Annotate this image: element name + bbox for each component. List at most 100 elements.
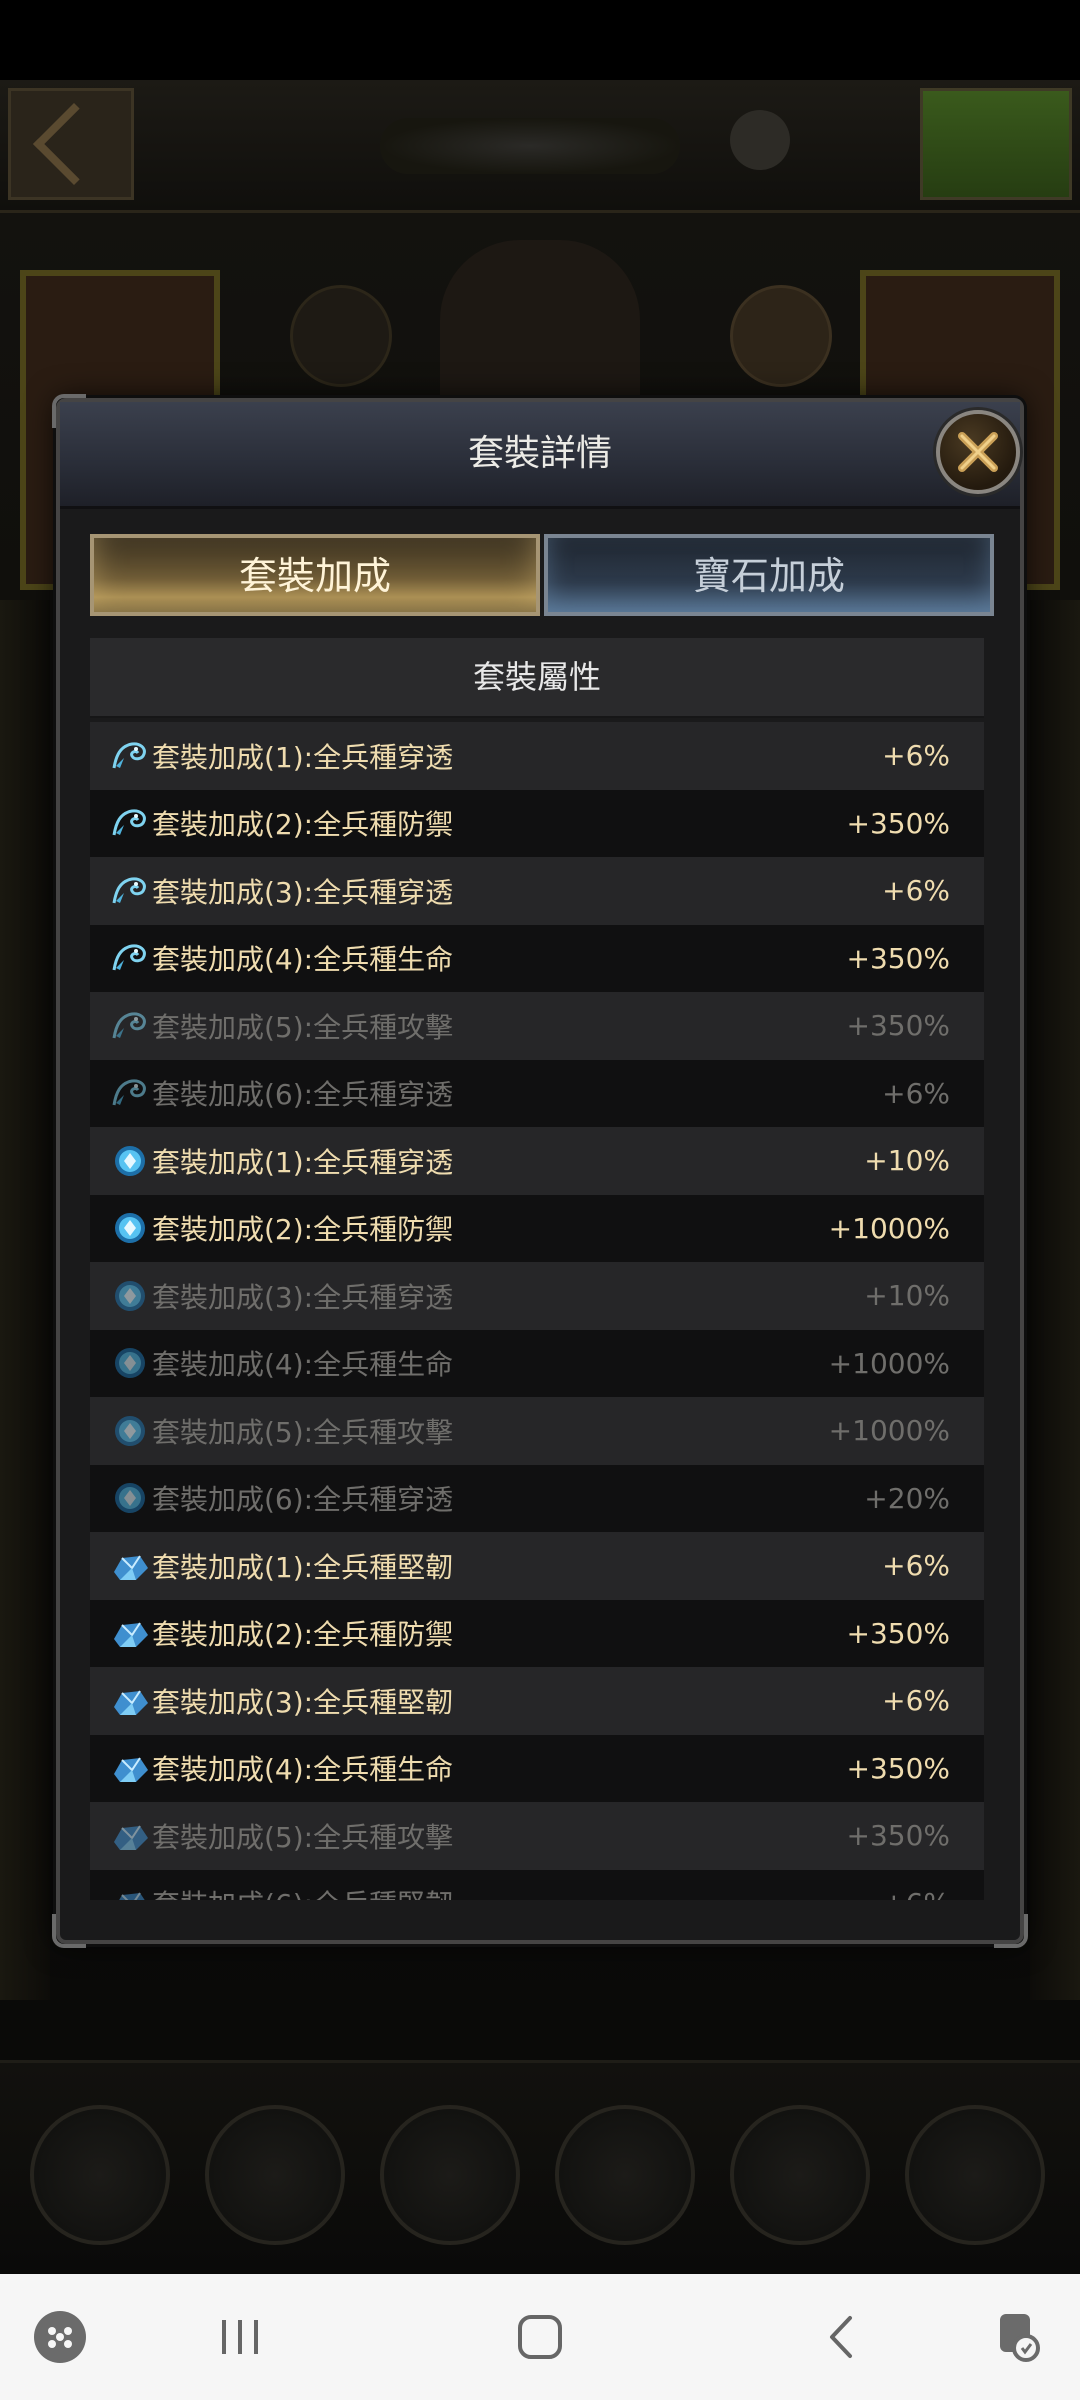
list-item: 套裝加成(3):全兵種堅韌 +6%: [90, 1667, 984, 1735]
crystal-icon: [110, 1750, 150, 1786]
bonus-value: +10%: [864, 1279, 950, 1313]
game-title-plate: [380, 118, 680, 174]
back-icon: [830, 2316, 852, 2358]
home-button[interactable]: [480, 2274, 600, 2400]
bottom-menu-button-2: [205, 2105, 345, 2245]
bonus-label: 套裝加成(1):全兵種堅韌: [152, 1550, 454, 1584]
bonus-label: 套裝加成(6):全兵種穿透: [152, 1078, 454, 1112]
bonus-value: +1000%: [828, 1211, 950, 1245]
recent-apps-button[interactable]: [180, 2274, 300, 2400]
bonus-label: 套裝加成(6):全兵種堅韌: [152, 1883, 882, 1900]
bonus-value: +1000%: [828, 1346, 950, 1380]
bonus-value: +350%: [846, 1819, 950, 1853]
recent-apps-icon: [222, 2320, 258, 2354]
navigation-bar: [0, 2274, 1080, 2400]
gem-icon: [110, 1143, 150, 1179]
list-item: 套裝加成(5):全兵種攻擊 +1000%: [90, 1397, 984, 1465]
crystal-icon: [110, 1615, 150, 1651]
bottom-menu-button-4: [555, 2105, 695, 2245]
bonus-value: +6%: [882, 1549, 950, 1583]
bottom-menu-button-3: [380, 2105, 520, 2245]
game-launcher-button[interactable]: [0, 2274, 120, 2400]
status-bar: [0, 0, 1080, 80]
crystal-icon: [110, 1548, 150, 1584]
bonus-label: 套裝加成(3):全兵種堅韌: [152, 1685, 454, 1719]
bonus-value: +1000%: [828, 1414, 950, 1448]
game-back-button: [8, 88, 134, 200]
bottom-menu-button-5: [730, 2105, 870, 2245]
hero-portrait: [440, 240, 640, 400]
back-button[interactable]: [780, 2274, 900, 2400]
list-item: 套裝加成(6):全兵種堅韌+6%: [90, 1869, 984, 1900]
modal-title: 套裝詳情: [467, 433, 612, 474]
section-title: 套裝屬性: [90, 638, 984, 718]
gem-icon: [110, 1278, 150, 1314]
bonus-value: +350%: [846, 1616, 950, 1650]
list-item: 套裝加成(5):全兵種攻擊 +350%: [90, 1802, 984, 1870]
list-item: 套裝加成(4):全兵種生命 +350%: [90, 924, 984, 992]
list-item: 套裝加成(2):全兵種防禦 +1000%: [90, 1194, 984, 1262]
bonus-label: 套裝加成(1):全兵種穿透: [152, 740, 454, 774]
bonus-value: +6%: [882, 1684, 950, 1718]
bonus-value: +350%: [846, 806, 950, 840]
bonus-value: +10%: [864, 1144, 950, 1178]
dragon-icon: [110, 738, 150, 774]
tab-bar: 套裝加成 寶石加成: [90, 534, 994, 616]
list-item: 套裝加成(2):全兵種防禦 +350%: [90, 789, 984, 857]
bonus-label: 套裝加成(2):全兵種防禦: [152, 1618, 454, 1652]
dragon-icon: [110, 873, 150, 909]
bonus-label: 套裝加成(5):全兵種攻擊: [152, 1010, 454, 1044]
list-item: 套裝加成(3):全兵種穿透 +10%: [90, 1262, 984, 1330]
list-item: 套裝加成(1):全兵種穿透 +6%: [90, 722, 984, 790]
tab-set-bonus[interactable]: 套裝加成: [90, 534, 540, 616]
bonus-label: 套裝加成(4):全兵種生命: [152, 1348, 454, 1382]
dragon-icon: [110, 940, 150, 976]
frame-corner: [994, 1914, 1028, 1948]
medal-icon-right: [730, 285, 832, 387]
bonus-label: 套裝加成(6):全兵種穿透: [152, 1483, 454, 1517]
list-item: 套裝加成(6):全兵種穿透 +6%: [90, 1059, 984, 1127]
screenshot-assist-icon: [1000, 2314, 1040, 2362]
bonus-value: +6%: [882, 1076, 950, 1110]
gem-icon: [110, 1480, 150, 1516]
list-item: 套裝加成(5):全兵種攻擊 +350%: [90, 992, 984, 1060]
list-item: 套裝加成(4):全兵種生命 +1000%: [90, 1329, 984, 1397]
quill-icon: [730, 110, 790, 170]
bonus-value: +350%: [846, 1009, 950, 1043]
tab-gem-bonus[interactable]: 寶石加成: [544, 534, 994, 616]
bonus-label: 套裝加成(3):全兵種穿透: [152, 1280, 454, 1314]
bonus-value: +20%: [864, 1481, 950, 1515]
gem-icon: [110, 1345, 150, 1381]
bonus-label: 套裝加成(5):全兵種攻擊: [152, 1415, 454, 1449]
screen: 套裝詳情 套裝加成 寶石加成 套裝屬性 套裝加成(1):全兵種穿透 +6% 套裝加成…: [0, 0, 1080, 2400]
screenshot-assist-button[interactable]: [960, 2274, 1080, 2400]
crystal-icon: [110, 1818, 150, 1854]
home-icon: [518, 2315, 562, 2359]
list-item: 套裝加成(1):全兵種穿透 +10%: [90, 1127, 984, 1195]
list-item: 套裝加成(6):全兵種穿透 +20%: [90, 1464, 984, 1532]
bottom-menu-button-6: [905, 2105, 1045, 2245]
bonus-label: 套裝加成(3):全兵種穿透: [152, 875, 454, 909]
list-item: 套裝加成(3):全兵種穿透 +6%: [90, 857, 984, 925]
bottom-menu-button-1: [30, 2105, 170, 2245]
bonus-value: +350%: [846, 941, 950, 975]
left-frame: [0, 600, 50, 2000]
game-launcher-icon: [34, 2311, 86, 2363]
right-frame: [1030, 600, 1080, 2000]
crystal-icon: [110, 1683, 150, 1719]
close-button[interactable]: [936, 410, 1020, 494]
dragon-icon: [110, 805, 150, 841]
set-attribute-list[interactable]: 套裝加成(1):全兵種穿透 +6% 套裝加成(2):全兵種防禦 +350% 套裝加成(3…: [90, 722, 984, 1900]
set-details-modal: 套裝詳情 套裝加成 寶石加成 套裝屬性 套裝加成(1):全兵種穿透 +6% 套裝加成…: [52, 394, 1028, 1948]
list-item: 套裝加成(1):全兵種堅韌 +6%: [90, 1532, 984, 1600]
bonus-value: +350%: [846, 1751, 950, 1785]
gamepad-icon: [920, 88, 1072, 200]
bonus-value: +6%: [882, 874, 950, 908]
bonus-label: 套裝加成(2):全兵種防禦: [152, 1213, 454, 1247]
bonus-value: +6%: [882, 739, 950, 773]
bonus-label: 套裝加成(1):全兵種穿透: [152, 1145, 454, 1179]
medal-icon-left: [290, 285, 392, 387]
bonus-value: +6%: [882, 1887, 950, 1900]
dragon-icon: [110, 1075, 150, 1111]
bonus-label: 套裝加成(5):全兵種攻擊: [152, 1820, 454, 1854]
